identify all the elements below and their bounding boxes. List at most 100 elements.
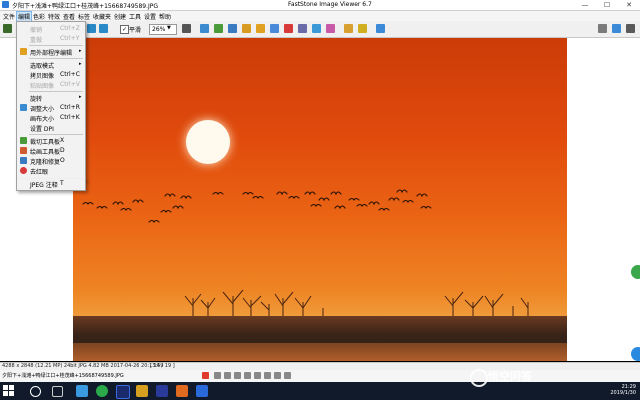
menu-item-shortcut: Ctrl+Z xyxy=(60,25,80,32)
options-icon[interactable] xyxy=(626,24,635,33)
ime-en-icon[interactable] xyxy=(214,372,221,379)
menu-item-label: 拷贝图像 xyxy=(30,73,55,80)
menu-item-canvas-size[interactable]: 画布大小 Ctrl+K xyxy=(17,113,85,123)
side-float-button[interactable] xyxy=(631,265,640,279)
folder-icon[interactable] xyxy=(344,24,353,33)
color-icon[interactable] xyxy=(242,24,251,33)
taskbar-clock[interactable]: 21:29 2019/1/30 xyxy=(598,384,636,396)
menu-item-label: 撤销 xyxy=(30,27,43,34)
skin-icon[interactable] xyxy=(274,372,281,379)
menu-color[interactable]: 色彩 xyxy=(32,12,46,21)
compare-icon[interactable] xyxy=(358,24,367,33)
smooth-checkbox[interactable]: ✓ xyxy=(120,25,129,34)
menu-item-undo[interactable]: 撤销 Ctrl+Z xyxy=(17,24,85,34)
grid-icon[interactable] xyxy=(284,372,291,379)
ime-moon-icon[interactable] xyxy=(224,372,231,379)
menu-settings[interactable]: 设置 xyxy=(143,12,157,21)
browser-icon[interactable] xyxy=(3,24,12,33)
image-info: 4288 x 2848 (12.21 MP) 24bit JPG 4.82 MB… xyxy=(2,363,164,369)
photoshop-icon[interactable] xyxy=(116,385,130,399)
sogou-icon[interactable] xyxy=(202,372,209,379)
window-file-title: 夕阳下+浅滩+鸭绿江口+桂茂峰+15668749589.JPG xyxy=(12,3,159,10)
search-icon[interactable] xyxy=(30,386,41,397)
edit-menu-dropdown-bottom: JPEG 注释 T xyxy=(16,179,86,191)
menu-item-selection-mode[interactable]: 选取模式 ▸ xyxy=(17,60,85,70)
brightness-icon[interactable] xyxy=(256,24,265,33)
redeye-icon[interactable] xyxy=(284,24,293,33)
slideshow-icon[interactable] xyxy=(326,24,335,33)
menu-item-label: JPEG 注释 xyxy=(30,182,58,189)
image-position: [ 14 / 19 ] xyxy=(150,363,175,369)
maximize-button[interactable]: ☐ xyxy=(596,0,618,10)
menu-item-draw-board[interactable]: 绘画工具板 D xyxy=(17,146,85,156)
title-bar: 夕阳下+浅滩+鸭绿江口+桂茂峰+15668749589.JPG FastSton… xyxy=(0,0,640,11)
menu-item-resize[interactable]: 调整大小 Ctrl+R xyxy=(17,103,85,113)
app-taskbar-icon[interactable] xyxy=(156,385,168,397)
side-float-button-blue[interactable] xyxy=(631,347,640,361)
zoom-select[interactable]: 26% xyxy=(149,24,177,35)
explorer-taskbar-icon[interactable] xyxy=(176,385,188,397)
draw-icon xyxy=(20,147,27,154)
layout-icon[interactable] xyxy=(598,24,607,33)
hand-tool-icon[interactable] xyxy=(182,24,191,33)
minimize-button[interactable]: — xyxy=(574,0,596,10)
keyboard-icon[interactable] xyxy=(254,372,261,379)
faststone-taskbar-icon[interactable] xyxy=(136,385,148,397)
bottom-strip: 夕阳下+浅滩+鸭绿江口+桂茂峰+15668749589.JPG xyxy=(0,370,640,382)
menu-view[interactable]: 查看 xyxy=(62,12,76,21)
fit-icon[interactable] xyxy=(200,24,209,33)
watermark: 悟空问答 xyxy=(488,370,532,383)
menu-item-set-dpi[interactable]: 设置 DPI xyxy=(17,123,85,133)
crop-icon[interactable] xyxy=(214,24,223,33)
menu-edit[interactable]: 编辑 xyxy=(15,11,33,22)
submenu-arrow-icon: ▸ xyxy=(79,94,82,100)
menu-item-clone-heal[interactable]: 克隆和修复 O xyxy=(17,156,85,166)
menu-tags[interactable]: 标签 xyxy=(77,12,91,21)
email-icon[interactable] xyxy=(312,24,321,33)
windows-start-icon[interactable] xyxy=(3,385,14,396)
menu-favorites[interactable]: 收藏夹 xyxy=(92,12,112,21)
sunset-photo[interactable] xyxy=(73,38,567,361)
ie-icon[interactable] xyxy=(76,385,88,397)
menu-item-redo[interactable]: 重做 Ctrl+Y xyxy=(17,34,85,44)
menu-file[interactable]: 文件 xyxy=(2,12,16,21)
watermark-logo-icon xyxy=(470,369,488,387)
menu-item-label: 旋转 xyxy=(30,96,43,103)
ime-punct-icon[interactable] xyxy=(234,372,241,379)
user-icon[interactable] xyxy=(264,372,271,379)
menu-help[interactable]: 帮助 xyxy=(158,12,172,21)
resize-icon[interactable] xyxy=(228,24,237,33)
menu-item-shortcut: Ctrl+C xyxy=(60,71,80,78)
360-browser-icon[interactable] xyxy=(96,385,108,397)
menu-item-shortcut: O xyxy=(60,157,65,164)
rotate-left-icon[interactable] xyxy=(87,24,96,33)
menu-item-rotate[interactable]: 旋转 ▸ xyxy=(17,93,85,103)
help-icon[interactable] xyxy=(376,24,385,33)
rotate-right-icon[interactable] xyxy=(99,24,108,33)
external-edit-icon xyxy=(20,48,27,55)
fullscreen-icon[interactable] xyxy=(612,24,621,33)
menu-item-redeye[interactable]: 去红眼 xyxy=(17,166,85,176)
save-icon[interactable] xyxy=(270,24,279,33)
menu-item-copy-image[interactable]: 拷贝图像 Ctrl+C xyxy=(17,70,85,80)
chevron-down-icon[interactable]: ▼ xyxy=(167,24,171,33)
menu-item-label: 裁切工具板 xyxy=(30,139,61,146)
menu-item-crop-board[interactable]: 裁切工具板 X xyxy=(17,136,85,146)
menu-item-shortcut: Ctrl+Y xyxy=(60,35,80,42)
menu-item-paste-image[interactable]: 粘贴图像 Ctrl+V xyxy=(17,80,85,90)
word-taskbar-icon[interactable] xyxy=(196,385,208,397)
menu-item-shortcut: D xyxy=(60,147,65,154)
menu-separator xyxy=(29,58,83,59)
menu-item-external-edit[interactable]: 用外部程序编辑 ▸ xyxy=(17,47,85,57)
edit-menu-dropdown: 撤销 Ctrl+Z 重做 Ctrl+Y 用外部程序编辑 ▸ 选取模式 ▸ 拷贝图… xyxy=(16,21,86,181)
menu-effects[interactable]: 特效 xyxy=(47,12,61,21)
menu-item-shortcut: X xyxy=(60,137,65,144)
menu-tools[interactable]: 工具 xyxy=(128,12,142,21)
menu-create[interactable]: 创建 xyxy=(113,12,127,21)
bottom-filename: 夕阳下+浅滩+鸭绿江口+桂茂峰+15668749589.JPG xyxy=(2,373,124,379)
close-button[interactable]: ✕ xyxy=(618,0,640,10)
menu-item-jpeg-comment[interactable]: JPEG 注释 T xyxy=(17,179,85,189)
print-icon[interactable] xyxy=(298,24,307,33)
task-view-icon[interactable] xyxy=(52,386,63,397)
mic-icon[interactable] xyxy=(244,372,251,379)
